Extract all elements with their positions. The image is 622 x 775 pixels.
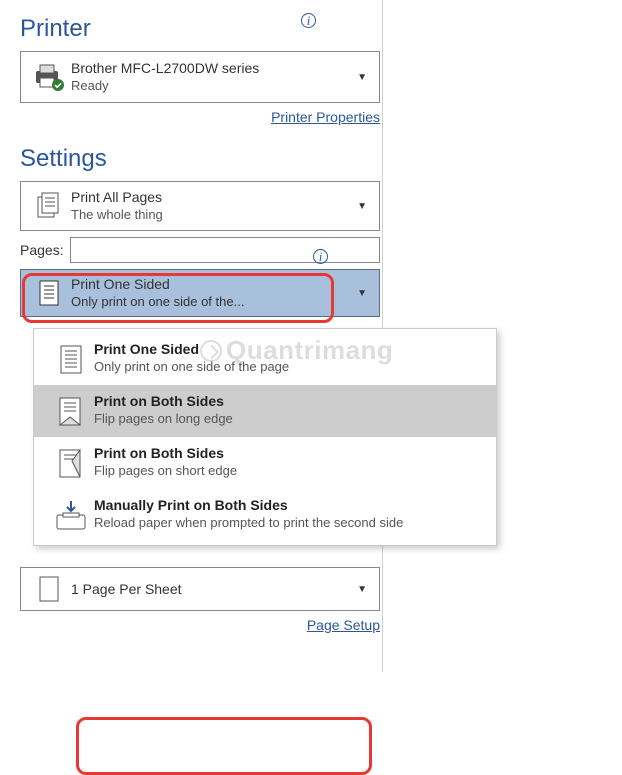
print-scope-selector[interactable]: Print All Pages The whole thing ▼ [20, 181, 380, 231]
sides-option-manual[interactable]: Manually Print on Both Sides Reload pape… [34, 489, 496, 541]
option-title: Print on Both Sides [94, 393, 482, 409]
pages-icon [29, 191, 71, 221]
sides-selected-subtitle: Only print on one side of the... [71, 294, 353, 311]
sides-selected-title: Print One Sided [71, 275, 353, 293]
option-subtitle: Flip pages on short edge [94, 463, 482, 478]
single-page-icon [29, 574, 71, 604]
printer-name: Brother MFC-L2700DW series [71, 59, 353, 77]
sides-selector[interactable]: Print One Sided Only print on one side o… [20, 269, 380, 317]
annotation-highlight [76, 717, 372, 775]
printer-status: Ready [71, 78, 353, 95]
sides-dropdown-menu: Print One Sided Only print on one side o… [33, 328, 497, 546]
pages-per-sheet-selector[interactable]: 1 Page Per Sheet ▼ [20, 567, 380, 611]
sides-option-one-sided[interactable]: Print One Sided Only print on one side o… [34, 333, 496, 385]
sides-option-both-short[interactable]: Print on Both Sides Flip pages on short … [34, 437, 496, 489]
printer-properties-link[interactable]: Printer Properties [271, 109, 380, 125]
flip-long-icon [48, 393, 94, 429]
option-title: Print on Both Sides [94, 445, 482, 461]
scope-subtitle: The whole thing [71, 207, 353, 224]
chevron-down-icon: ▼ [353, 72, 371, 83]
pages-input[interactable] [70, 237, 380, 263]
settings-heading: Settings [20, 145, 380, 173]
pages-label: Pages: [20, 242, 64, 258]
single-page-icon [29, 278, 71, 308]
printer-selector[interactable]: Brother MFC-L2700DW series Ready ▼ [20, 51, 380, 103]
chevron-down-icon: ▼ [353, 584, 371, 595]
printer-heading: Printer [20, 15, 380, 43]
option-title: Print One Sided [94, 341, 482, 357]
option-subtitle: Reload paper when prompted to print the … [94, 515, 482, 530]
option-subtitle: Flip pages on long edge [94, 411, 482, 426]
pps-title: 1 Page Per Sheet [71, 580, 353, 598]
manual-feed-icon [48, 497, 94, 533]
option-subtitle: Only print on one side of the page [94, 359, 482, 374]
printer-icon [29, 63, 71, 91]
option-title: Manually Print on Both Sides [94, 497, 482, 513]
flip-short-icon [48, 445, 94, 481]
info-icon[interactable]: i [301, 13, 316, 28]
info-icon[interactable]: i [313, 249, 328, 264]
sides-option-both-long[interactable]: Print on Both Sides Flip pages on long e… [34, 385, 496, 437]
chevron-down-icon: ▼ [353, 201, 371, 212]
chevron-down-icon: ▼ [353, 288, 371, 299]
page-setup-link[interactable]: Page Setup [307, 617, 380, 633]
scope-title: Print All Pages [71, 188, 353, 206]
single-page-icon [48, 341, 94, 377]
